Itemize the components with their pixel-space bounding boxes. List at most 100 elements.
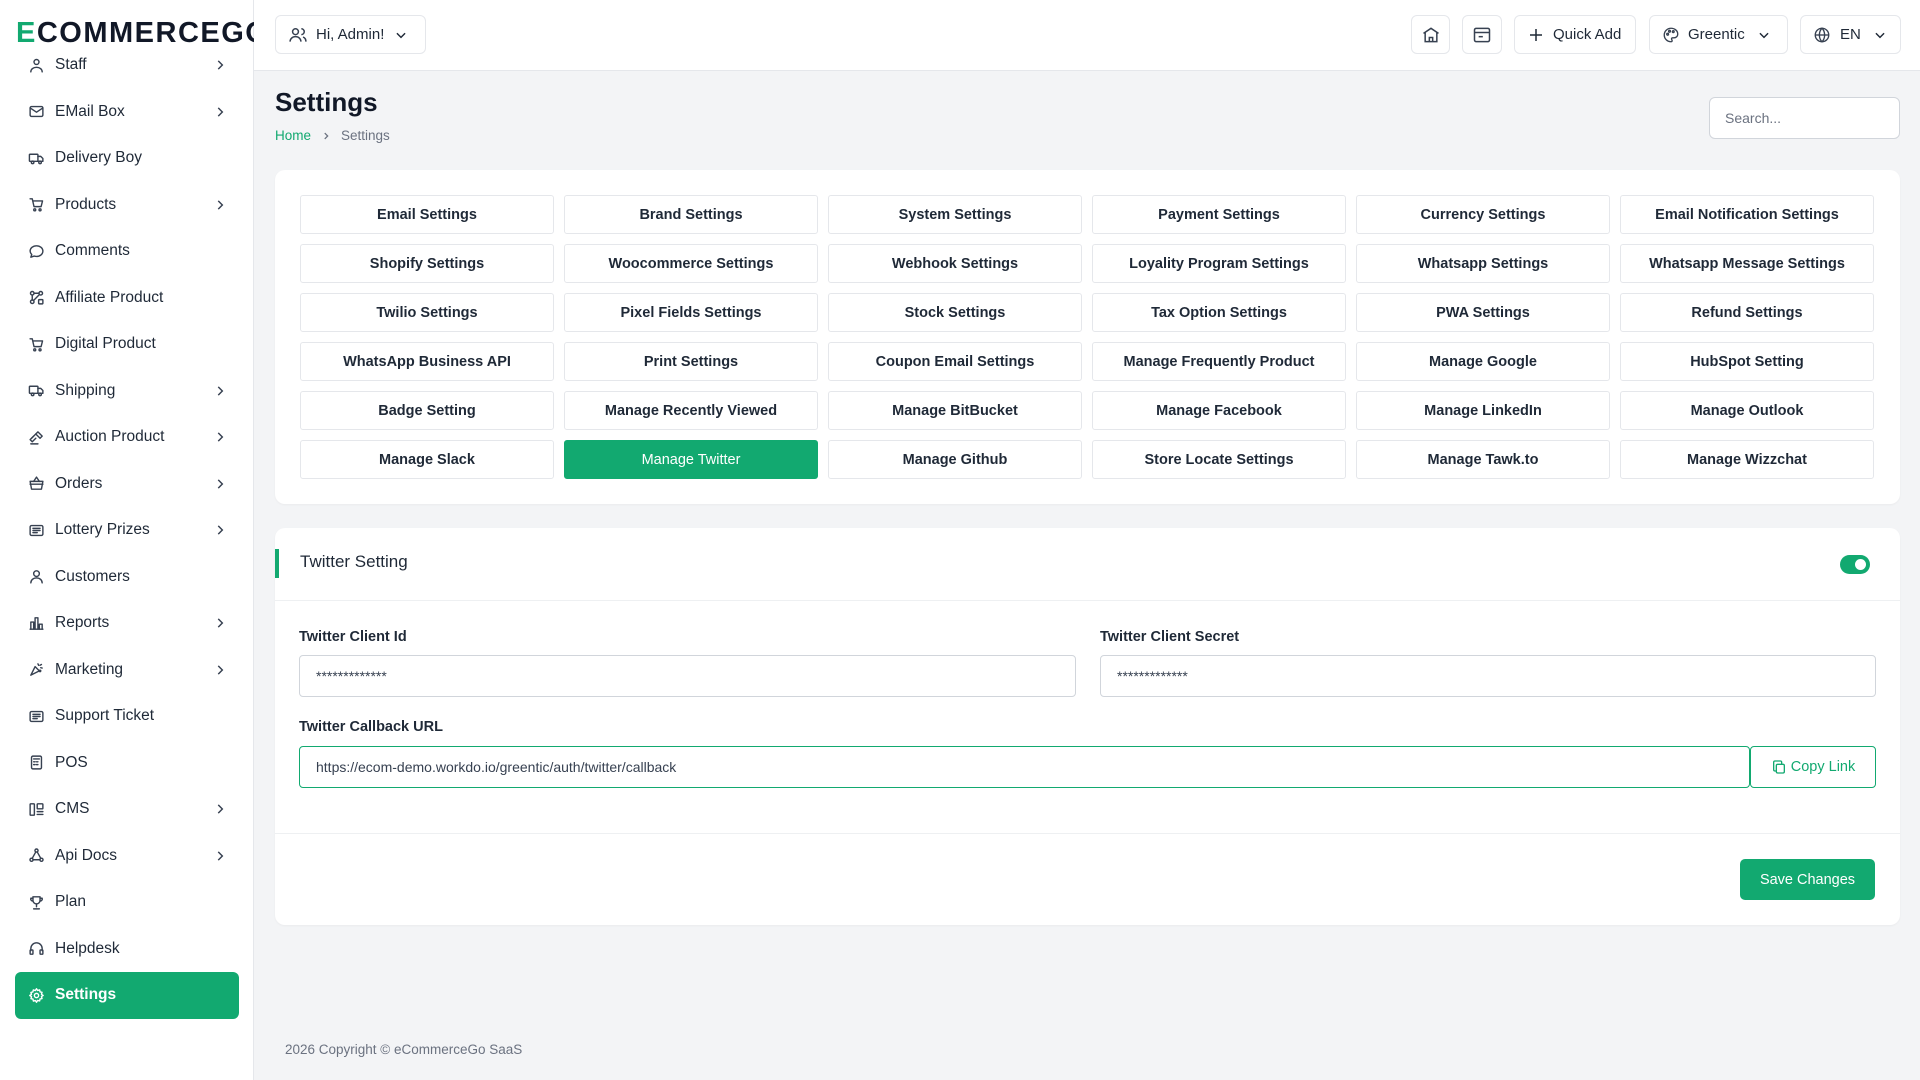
breadcrumb: Home Settings [275,128,390,143]
sidebar-item-label: Reports [55,614,110,632]
sidebar-item-staff[interactable]: Staff [15,50,239,89]
user-menu-button[interactable]: Hi, Admin! [275,15,426,54]
tab-system-settings[interactable]: System Settings [828,195,1082,234]
sidebar-item-support-ticket[interactable]: Support Ticket [15,693,239,740]
store-button[interactable] [1411,15,1450,54]
tab-whatsapp-settings[interactable]: Whatsapp Settings [1356,244,1610,283]
tab-manage-recently-viewed[interactable]: Manage Recently Viewed [564,391,818,430]
sidebar-item-label: Staff [55,56,87,74]
tab-pixel-fields-settings[interactable]: Pixel Fields Settings [564,293,818,332]
tab-manage-tawk-to[interactable]: Manage Tawk.to [1356,440,1610,479]
sidebar-item-label: Auction Product [55,428,165,446]
marketing-icon [27,661,45,679]
chevron-right-icon [213,616,227,630]
tab-pwa-settings[interactable]: PWA Settings [1356,293,1610,332]
quick-add-button[interactable]: Quick Add [1514,15,1636,54]
sidebar-item-settings[interactable]: Settings [15,972,239,1019]
tab-manage-google[interactable]: Manage Google [1356,342,1610,381]
tab-whatsapp-business-api[interactable]: WhatsApp Business API [300,342,554,381]
tab-manage-frequently-product[interactable]: Manage Frequently Product [1092,342,1346,381]
search-input[interactable] [1709,97,1900,139]
sidebar-item-comments[interactable]: Comments [15,228,239,275]
tab-manage-bitbucket[interactable]: Manage BitBucket [828,391,1082,430]
sidebar-item-lottery-prizes[interactable]: Lottery Prizes [15,507,239,554]
tab-twilio-settings[interactable]: Twilio Settings [300,293,554,332]
language-label: EN [1840,26,1861,43]
sidebar-item-reports[interactable]: Reports [15,600,239,647]
sidebar-item-digital-product[interactable]: Digital Product [15,321,239,368]
breadcrumb-home-link[interactable]: Home [275,128,311,143]
settings-tabs-card: Email Settings Brand Settings System Setti… [275,170,1900,504]
sidebar-item-pos[interactable]: POS [15,740,239,787]
trophy-icon [27,893,45,911]
tab-manage-github[interactable]: Manage Github [828,440,1082,479]
sidebar-item-label: Support Ticket [55,707,155,725]
tab-webhook-settings[interactable]: Webhook Settings [828,244,1082,283]
sidebar-item-label: CMS [55,800,90,818]
brand-logo[interactable]: ECOMMERCEGO [16,16,269,50]
sidebar-item-auction-product[interactable]: Auction Product [15,414,239,461]
topbar: Hi, Admin! Quick Add Greentic EN [254,0,1920,71]
callback-url-input[interactable] [299,746,1750,788]
card-title: Twitter Setting [300,552,408,571]
tab-manage-outlook[interactable]: Manage Outlook [1620,391,1874,430]
tab-hubspot-setting[interactable]: HubSpot Setting [1620,342,1874,381]
save-changes-button[interactable]: Save Changes [1740,859,1875,900]
tab-brand-settings[interactable]: Brand Settings [564,195,818,234]
pos-button[interactable] [1462,15,1502,54]
sidebar-item-email-box[interactable]: EMail Box [15,89,239,136]
sidebar-item-label: Helpdesk [55,939,120,957]
tab-whatsapp-message-settings[interactable]: Whatsapp Message Settings [1620,244,1874,283]
api-icon [27,847,45,865]
tab-tax-option-settings[interactable]: Tax Option Settings [1092,293,1346,332]
basket-icon [27,475,45,493]
tab-badge-setting[interactable]: Badge Setting [300,391,554,430]
chevron-right-icon [213,523,227,537]
tab-store-locate-settings[interactable]: Store Locate Settings [1092,440,1346,479]
tab-email-settings[interactable]: Email Settings [300,195,554,234]
sidebar-item-marketing[interactable]: Marketing [15,647,239,694]
language-dropdown[interactable]: EN [1800,15,1901,54]
tab-stock-settings[interactable]: Stock Settings [828,293,1082,332]
sidebar-item-helpdesk[interactable]: Helpdesk [15,926,239,973]
tab-shopify-settings[interactable]: Shopify Settings [300,244,554,283]
twitter-enable-toggle[interactable] [1840,555,1870,574]
tab-manage-slack[interactable]: Manage Slack [300,440,554,479]
sidebar-item-shipping[interactable]: Shipping [15,368,239,415]
tab-coupon-email-settings[interactable]: Coupon Email Settings [828,342,1082,381]
callback-url-label: Twitter Callback URL [299,719,443,735]
header-accent-bar [275,549,279,578]
sidebar-item-api-docs[interactable]: Api Docs [15,833,239,880]
tab-currency-settings[interactable]: Currency Settings [1356,195,1610,234]
tab-email-notification-settings[interactable]: Email Notification Settings [1620,195,1874,234]
ticket-icon [27,521,45,539]
tab-payment-settings[interactable]: Payment Settings [1092,195,1346,234]
user-greeting: Hi, Admin! [316,26,385,43]
tab-manage-wizzchat[interactable]: Manage Wizzchat [1620,440,1874,479]
sidebar: ECOMMERCEGO Staff EMail Box Delivery Boy Pr… [0,0,268,1080]
quick-add-label: Quick Add [1553,26,1622,43]
sidebar-item-customers[interactable]: Customers [15,554,239,601]
tab-manage-twitter[interactable]: Manage Twitter [564,440,818,479]
sidebar-nav: Staff EMail Box Delivery Boy Products Commen… [15,50,239,1020]
tab-manage-linkedin[interactable]: Manage LinkedIn [1356,391,1610,430]
sidebar-item-label: Shipping [55,381,116,399]
client-id-label: Twitter Client Id [299,629,407,645]
tab-print-settings[interactable]: Print Settings [564,342,818,381]
affiliate-icon [27,289,45,307]
tab-refund-settings[interactable]: Refund Settings [1620,293,1874,332]
sidebar-item-affiliate-product[interactable]: Affiliate Product [15,275,239,322]
chevron-right-icon [213,430,227,444]
tab-manage-facebook[interactable]: Manage Facebook [1092,391,1346,430]
sidebar-item-delivery-boy[interactable]: Delivery Boy [15,135,239,182]
client-id-input[interactable] [299,655,1076,697]
tab-loyality-program-settings[interactable]: Loyality Program Settings [1092,244,1346,283]
client-secret-input[interactable] [1100,655,1876,697]
sidebar-item-products[interactable]: Products [15,182,239,229]
tab-woocommerce-settings[interactable]: Woocommerce Settings [564,244,818,283]
theme-dropdown[interactable]: Greentic [1649,15,1788,54]
copy-link-button[interactable]: Copy Link [1750,746,1876,788]
sidebar-item-orders[interactable]: Orders [15,461,239,508]
sidebar-item-plan[interactable]: Plan [15,879,239,926]
sidebar-item-cms[interactable]: CMS [15,786,239,833]
